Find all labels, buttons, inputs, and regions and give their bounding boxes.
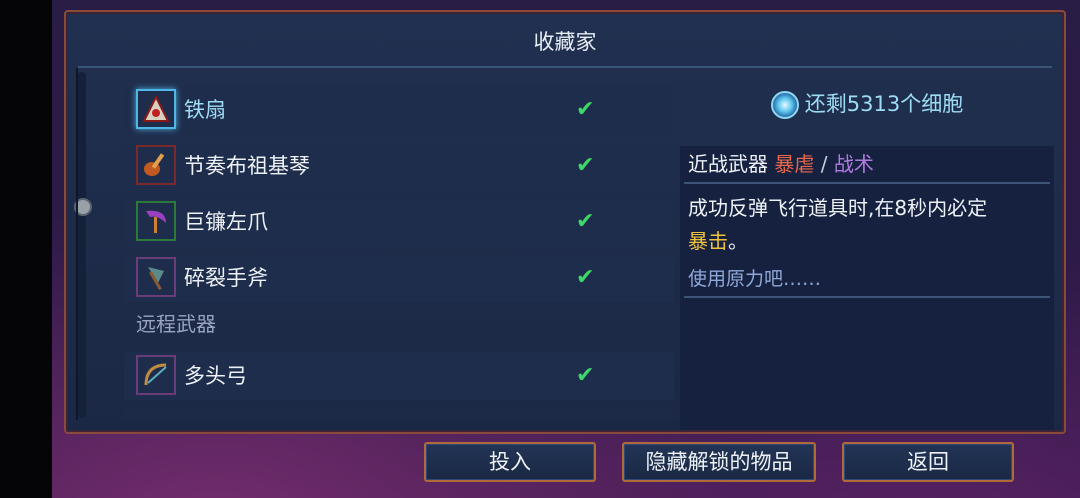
flavor-text: 使用原力吧…… xyxy=(688,268,822,290)
check-icon: ✔ xyxy=(576,265,595,290)
category-label: 近战武器 xyxy=(688,152,768,176)
left-black-bar xyxy=(0,0,52,498)
item-list: 铁扇 ✔ 节奏布祖基琴 ✔ 巨镰左爪 ✔ 碎裂手斧 ✔ 远程武器 多头弓 ✔ xyxy=(76,68,676,420)
cells-text: 还剩5313个细胞 xyxy=(804,92,964,116)
cells-counter: 还剩5313个细胞 xyxy=(680,88,1054,119)
item-label: 铁扇 xyxy=(184,98,226,122)
check-icon: ✔ xyxy=(576,363,595,388)
category-divider xyxy=(684,182,1050,184)
item-label: 多头弓 xyxy=(184,364,247,388)
check-icon: ✔ xyxy=(576,153,595,178)
back-button[interactable]: 返回 xyxy=(842,442,1014,482)
check-icon: ✔ xyxy=(576,97,595,122)
description-box: 近战武器 暴虐 / 战术 成功反弹飞行道具时,在8秒内必定 暴击。 使用原力吧…… xyxy=(680,146,1054,430)
multi-bow-icon xyxy=(136,355,176,395)
list-item[interactable]: 巨镰左爪 ✔ xyxy=(124,198,674,246)
hide-unlocked-button[interactable]: 隐藏解锁的物品 xyxy=(622,442,816,482)
scythe-claw-icon xyxy=(136,201,176,241)
tag-separator: / xyxy=(820,152,828,176)
list-item[interactable]: 节奏布祖基琴 ✔ xyxy=(124,142,674,190)
list-item[interactable]: 碎裂手斧 ✔ xyxy=(124,254,674,302)
cell-icon xyxy=(770,91,799,119)
description-end: 。 xyxy=(728,229,748,253)
iron-fan-icon xyxy=(136,89,176,129)
item-label: 巨镰左爪 xyxy=(184,210,268,234)
item-category: 近战武器 暴虐 / 战术 xyxy=(688,150,874,178)
list-item[interactable] xyxy=(124,408,674,420)
item-label: 节奏布祖基琴 xyxy=(184,154,310,178)
collector-panel: 收藏家 铁扇 ✔ 节奏布祖基琴 ✔ 巨镰左爪 ✔ 碎裂手斧 ✔ 远程武器 多头弓… xyxy=(64,10,1066,434)
flavor-divider xyxy=(684,296,1050,298)
list-item[interactable]: 铁扇 ✔ xyxy=(124,86,674,134)
panel-title: 收藏家 xyxy=(533,30,597,54)
check-icon: ✔ xyxy=(576,209,595,234)
tag-brutality: 暴虐 xyxy=(774,152,815,176)
tag-tactics: 战术 xyxy=(833,152,874,176)
bouzouki-icon xyxy=(136,145,176,185)
hatchet-icon xyxy=(136,257,176,297)
detail-pane: 还剩5313个细胞 近战武器 暴虐 / 战术 成功反弹飞行道具时,在8秒内必定暴… xyxy=(680,68,1054,430)
section-ranged-weapons: 远程武器 xyxy=(136,312,216,336)
item-label: 碎裂手斧 xyxy=(184,266,268,290)
item-description: 成功反弹飞行道具时,在8秒内必定 暴击。 xyxy=(688,192,1050,258)
description-text: 成功反弹飞行道具时,在8秒内必定 xyxy=(688,196,988,220)
list-item[interactable]: 多头弓 ✔ xyxy=(124,352,674,400)
description-highlight: 暴击 xyxy=(688,229,728,253)
invest-button[interactable]: 投入 xyxy=(424,442,596,482)
